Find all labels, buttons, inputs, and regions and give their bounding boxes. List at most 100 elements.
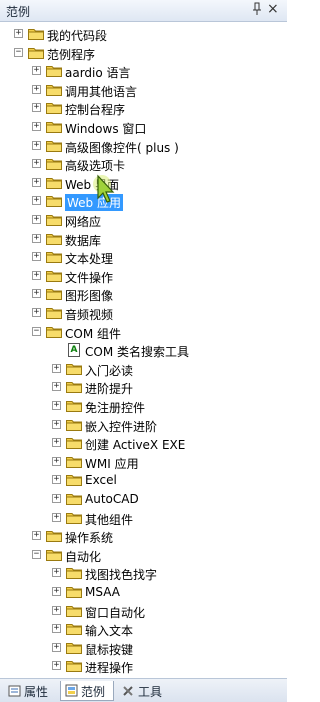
tree-node[interactable]: + 图形图像 <box>0 286 287 304</box>
tree-node[interactable]: + 控制台程序 <box>0 100 287 118</box>
tree-node[interactable]: + Windows 窗口 <box>0 119 287 137</box>
tree-node[interactable]: + Web 界面 <box>0 175 287 193</box>
tree-node[interactable]: + 高级图像控件( plus ) <box>0 138 287 156</box>
tree-node-label[interactable]: COM 组件 <box>65 325 121 342</box>
expand-icon[interactable]: + <box>32 233 41 243</box>
tree-node[interactable]: + 网络应 <box>0 212 287 230</box>
tree-node[interactable]: + 免注册控件 <box>0 398 287 416</box>
expand-icon[interactable]: + <box>52 438 61 448</box>
tree-node-label[interactable]: Excel <box>85 473 117 487</box>
tree-node-label[interactable]: 其他组件 <box>85 511 133 528</box>
pin-icon[interactable] <box>252 2 262 19</box>
tree-node-label[interactable]: 范例程序 <box>47 46 95 63</box>
tree-node[interactable]: + 嵌入控件进阶 <box>0 417 287 435</box>
tree-node[interactable]: + 入门必读 <box>0 361 287 379</box>
example-tree[interactable]: + 我的代码段 − 范例程序 + aardio 语言 + 调用其他语言 + 控制台程序 + Windo… <box>0 23 287 678</box>
tab-properties[interactable]: 属性 <box>4 681 56 701</box>
expand-icon[interactable]: + <box>32 196 41 206</box>
expand-icon[interactable]: + <box>32 159 41 169</box>
tab-tools[interactable]: 工具 <box>118 681 170 701</box>
tree-node-label[interactable]: Windows 窗口 <box>65 120 146 137</box>
expand-icon[interactable]: + <box>52 401 61 410</box>
tree-node-label[interactable]: AutoCAD <box>85 492 139 506</box>
tree-node-label[interactable]: 音频视频 <box>65 306 113 323</box>
tree-node[interactable]: A COM 类名搜索工具 <box>0 342 287 360</box>
expand-icon[interactable]: + <box>52 382 61 392</box>
tree-node-label[interactable]: MSAA <box>85 585 120 599</box>
expand-icon[interactable]: + <box>52 419 61 429</box>
tree-node[interactable]: + 其他组件 <box>0 510 287 528</box>
tree-node[interactable]: + 音频视频 <box>0 305 287 323</box>
tree-node-label[interactable]: 嵌入控件进阶 <box>85 418 157 435</box>
tree-node[interactable]: + Excel <box>0 472 287 490</box>
tree-node[interactable]: + 窗口自动化 <box>0 603 287 621</box>
tree-node[interactable]: + 鼠标按键 <box>0 640 287 658</box>
tree-node-label[interactable]: WMI 应用 <box>85 455 139 472</box>
tab-examples[interactable]: 范例 <box>60 681 114 701</box>
tree-node[interactable]: + AutoCAD <box>0 491 287 509</box>
tree-node[interactable]: + 高级选项卡 <box>0 156 287 174</box>
expand-icon[interactable]: + <box>32 66 41 76</box>
tree-node[interactable]: + Web 应用 <box>0 193 287 212</box>
tree-node[interactable]: + 数据库 <box>0 231 287 249</box>
expand-icon[interactable]: + <box>14 29 23 38</box>
expand-icon[interactable]: + <box>32 215 41 224</box>
tree-node[interactable]: + 文件操作 <box>0 268 287 286</box>
tree-node[interactable]: + MSAA <box>0 584 287 602</box>
tree-node-label[interactable]: 我的代码段 <box>47 27 107 44</box>
expand-icon[interactable]: + <box>52 456 61 466</box>
expand-icon[interactable]: + <box>52 661 61 671</box>
expand-icon[interactable]: + <box>52 624 61 634</box>
tree-node-label[interactable]: 文件操作 <box>65 269 113 286</box>
tree-node[interactable]: + 进阶提升 <box>0 379 287 397</box>
tree-node[interactable]: + 我的代码段 <box>0 26 287 44</box>
tree-node-label[interactable]: 操作系统 <box>65 529 113 546</box>
expand-icon[interactable]: + <box>52 605 61 615</box>
tree-node[interactable]: + 找图找色找字 <box>0 565 287 583</box>
tree-node-label[interactable]: 入门必读 <box>85 362 133 379</box>
tree-node-label[interactable]: 图形图像 <box>65 287 113 304</box>
tree-node-label[interactable]: COM 类名搜索工具 <box>85 343 189 360</box>
tree-node[interactable]: + 文本处理 <box>0 249 287 267</box>
expand-icon[interactable]: + <box>52 475 61 485</box>
close-icon[interactable]: × <box>267 1 279 17</box>
tree-node[interactable]: + 操作系统 <box>0 528 287 546</box>
tree-node-label[interactable]: 自动化 <box>65 548 101 565</box>
expand-icon[interactable]: + <box>52 494 61 503</box>
expand-icon[interactable]: + <box>32 270 41 280</box>
expand-icon[interactable]: + <box>32 177 41 187</box>
expand-icon[interactable]: + <box>52 512 61 522</box>
tree-node[interactable]: + WMI 应用 <box>0 454 287 472</box>
tree-node-label[interactable]: 控制台程序 <box>65 101 125 118</box>
tree-node-label[interactable]: 高级图像控件( plus ) <box>65 139 179 156</box>
expand-icon[interactable]: + <box>52 568 61 578</box>
expand-icon[interactable]: + <box>32 252 41 262</box>
expand-icon[interactable]: + <box>32 531 41 541</box>
tree-node-label[interactable]: 调用其他语言 <box>65 83 137 100</box>
tree-node-label[interactable]: 网络应 <box>65 213 101 230</box>
tree-node[interactable]: + 调用其他语言 <box>0 82 287 100</box>
expand-icon[interactable]: + <box>32 289 41 299</box>
tree-node-label[interactable]: 进程操作 <box>85 659 133 676</box>
tree-node-label[interactable]: 找图找色找字 <box>85 566 157 583</box>
expand-icon[interactable]: + <box>32 140 41 150</box>
tree-node-label[interactable]: 输入文本 <box>85 622 133 639</box>
tree-node[interactable]: + 输入文本 <box>0 621 287 639</box>
collapse-icon[interactable]: − <box>32 326 41 336</box>
tree-node-label[interactable]: 免注册控件 <box>85 399 145 416</box>
expand-icon[interactable]: + <box>32 122 41 131</box>
expand-icon[interactable]: + <box>52 587 61 596</box>
expand-icon[interactable]: + <box>32 308 41 317</box>
tree-node[interactable]: − 自动化 <box>0 547 287 565</box>
tree-node[interactable]: − 范例程序 <box>0 45 287 63</box>
tree-node-label[interactable]: 进阶提升 <box>85 380 133 397</box>
collapse-icon[interactable]: − <box>14 47 23 57</box>
expand-icon[interactable]: + <box>32 84 41 94</box>
expand-icon[interactable]: + <box>32 103 41 113</box>
tree-node[interactable]: + 创建 ActiveX EXE <box>0 435 287 453</box>
expand-icon[interactable]: + <box>52 363 61 373</box>
tree-node-label[interactable]: 窗口自动化 <box>85 604 145 621</box>
tree-node[interactable]: + aardio 语言 <box>0 63 287 81</box>
expand-icon[interactable]: + <box>52 642 61 652</box>
tree-node[interactable]: + 进程操作 <box>0 658 287 676</box>
